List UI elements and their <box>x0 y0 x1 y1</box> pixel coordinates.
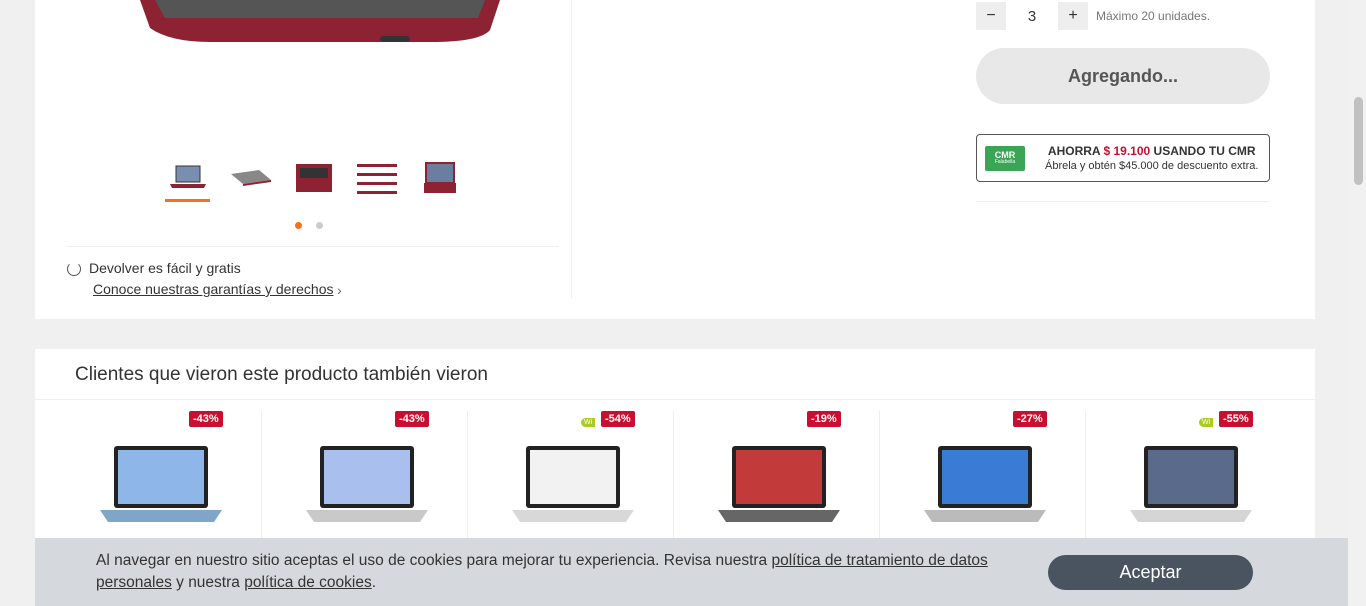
cmr-savings-line: AHORRA $ 19.100 USANDO TU CMR <box>1045 144 1258 158</box>
scrollbar-thumb[interactable] <box>1354 97 1363 185</box>
product-image[interactable] <box>292 431 442 541</box>
returns-info: Devolver es fácil y gratis <box>67 260 241 277</box>
discount-badge: -27% <box>1013 411 1047 427</box>
thumbnail-1[interactable] <box>165 158 210 202</box>
thumbnail-4[interactable] <box>354 158 399 202</box>
laptop-side-icon <box>229 168 273 193</box>
cmr-savings-amount: $ 19.100 <box>1103 144 1151 158</box>
chevron-right-icon: › <box>337 282 342 298</box>
laptop-front-icon <box>168 164 208 197</box>
product-hero-image <box>140 0 500 42</box>
cookie-banner: Al navegar en nuestro sitio aceptas el u… <box>35 538 1348 606</box>
carousel-dot[interactable] <box>316 222 323 229</box>
cmr-line1-suffix: USANDO TU CMR <box>1153 144 1256 158</box>
product-card[interactable]: Wi -55% <box>1086 411 1292 551</box>
increase-quantity-button[interactable]: + <box>1058 2 1088 30</box>
product-image[interactable] <box>704 431 854 541</box>
discount-badge: -54% <box>601 411 635 427</box>
cmr-discount-line: Ábrela y obtén $45.000 de descuento extr… <box>1045 160 1259 172</box>
thumbnail-5[interactable] <box>417 158 462 202</box>
discount-badge: -43% <box>189 411 223 427</box>
accept-cookies-button[interactable]: Aceptar <box>1048 555 1253 590</box>
cookie-policy-link[interactable]: política de cookies <box>244 574 372 591</box>
return-arrow-icon <box>67 262 81 277</box>
discount-badge: -55% <box>1219 411 1253 427</box>
product-carousel: -43% -43% Wi -54% -19% -27% Wi -55% <box>56 411 1292 551</box>
product-card[interactable]: -27% <box>880 411 1086 551</box>
thumbnail-strip <box>165 158 462 202</box>
product-image[interactable] <box>910 431 1060 541</box>
cmr-logo-sub: Falabella <box>994 159 1016 165</box>
section-title: Clientes que vieron este producto tambié… <box>75 364 488 385</box>
discount-badge: -19% <box>807 411 841 427</box>
divider <box>976 201 1270 202</box>
product-card[interactable]: -19% <box>674 411 880 551</box>
laptop-stack-icon <box>355 160 399 201</box>
wi-tag: Wi <box>581 418 596 427</box>
product-panel: Devolver es fácil y gratis Conoce nuestr… <box>35 0 1315 319</box>
product-card[interactable]: -43% <box>56 411 262 551</box>
quantity-value[interactable]: 3 <box>1006 8 1058 25</box>
cmr-logo: CMR Falabella <box>985 145 1025 171</box>
quantity-stepper: − 3 + Máximo 20 unidades. <box>976 2 1210 30</box>
carousel-dot[interactable] <box>295 222 302 229</box>
cookie-text-after: . <box>371 574 377 591</box>
cookie-text-middle: y nuestra <box>171 574 245 591</box>
cmr-promo-banner[interactable]: CMR Falabella AHORRA $ 19.100 USANDO TU … <box>976 134 1270 182</box>
cookie-text-before: Al navegar en nuestro sitio aceptas el u… <box>96 552 772 569</box>
divider <box>67 246 559 247</box>
carousel-dots <box>295 222 323 229</box>
product-card[interactable]: Wi -54% <box>468 411 674 551</box>
returns-label: Devolver es fácil y gratis <box>89 260 241 276</box>
cmr-promo-text: AHORRA $ 19.100 USANDO TU CMR Ábrela y o… <box>1045 144 1258 172</box>
add-to-cart-button[interactable]: Agregando... <box>976 48 1270 104</box>
cookie-message: Al navegar en nuestro sitio aceptas el u… <box>96 550 1016 594</box>
product-gallery: Devolver es fácil y gratis Conoce nuestr… <box>35 0 572 298</box>
divider <box>35 399 1315 400</box>
laptop-keyboard-icon <box>294 162 334 199</box>
product-image[interactable] <box>498 431 648 541</box>
decrease-quantity-button[interactable]: − <box>976 2 1006 30</box>
product-image[interactable] <box>86 431 236 541</box>
thumbnail-3[interactable] <box>291 158 336 202</box>
guarantees-link[interactable]: Conoce nuestras garantías y derechos <box>93 281 333 297</box>
thumbnail-2[interactable] <box>228 158 273 202</box>
cmr-line1-prefix: AHORRA <box>1047 144 1101 158</box>
product-card[interactable]: -43% <box>262 411 468 551</box>
page-scrollbar[interactable] <box>1349 0 1366 606</box>
discount-badge: -43% <box>395 411 429 427</box>
laptop-open-icon <box>422 161 458 200</box>
max-units-note: Máximo 20 unidades. <box>1096 9 1211 23</box>
product-image[interactable] <box>1116 431 1266 541</box>
wi-tag: Wi <box>1199 418 1214 427</box>
